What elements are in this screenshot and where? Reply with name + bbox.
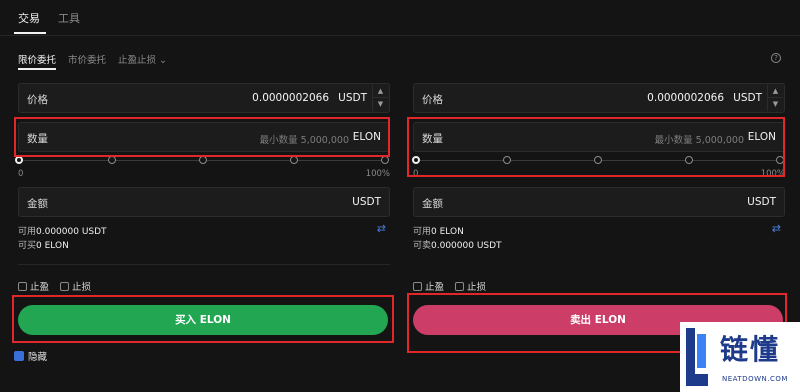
slider-step-100[interactable] xyxy=(776,156,784,164)
quantity-placeholder: 最小数量 5,000,000 xyxy=(654,135,744,146)
price-stepper[interactable]: ▲ ▼ xyxy=(767,85,783,111)
slider-step-25[interactable] xyxy=(503,156,511,164)
slider-max-label: 100% xyxy=(760,169,785,179)
checkbox-icon xyxy=(413,282,422,291)
sell-available-row: 可用0 ELON xyxy=(413,224,464,237)
watermark-logo-icon xyxy=(686,328,708,386)
sell-price-field[interactable]: 价格 0.0000002066 USDT ▲ ▼ xyxy=(413,83,785,113)
swap-icon[interactable]: ⇄ xyxy=(772,222,781,235)
increment-icon[interactable]: ▲ xyxy=(768,85,783,98)
amount-unit: USDT xyxy=(747,196,776,208)
quantity-label: 数量 xyxy=(27,133,48,145)
amount-label: 金额 xyxy=(422,198,443,210)
checkbox-checked-icon xyxy=(14,351,24,361)
available-label: 可用 xyxy=(413,227,432,237)
stop-loss-checkbox[interactable]: 止损 xyxy=(455,279,486,293)
take-profit-checkbox[interactable]: 止盈 xyxy=(18,279,49,293)
price-label: 价格 xyxy=(422,94,443,106)
slider-min-label: 0 xyxy=(413,169,419,179)
watermark: 链懂 NEATDOWN.COM xyxy=(680,322,800,392)
swap-icon[interactable]: ⇄ xyxy=(377,222,386,235)
divider xyxy=(18,264,390,265)
available-label: 可用 xyxy=(18,227,37,237)
slider-step-75[interactable] xyxy=(685,156,693,164)
buy-tpsl-options: 止盈 止损 xyxy=(18,279,99,293)
checkbox-icon xyxy=(60,282,70,291)
sell-can-sell-row: 可卖0.000000 USDT xyxy=(413,238,502,251)
sell-quantity-field[interactable]: 数量 最小数量 5,000,000 ELON xyxy=(413,122,785,152)
stop-loss-checkbox[interactable]: 止损 xyxy=(60,279,91,293)
quantity-unit: ELON xyxy=(352,131,381,143)
price-label: 价格 xyxy=(27,94,48,106)
buy-can-buy-row: 可买0 ELON xyxy=(18,238,69,251)
can-buy-label: 可买 xyxy=(18,241,37,251)
quantity-placeholder: 最小数量 5,000,000 xyxy=(259,135,349,146)
buy-quantity-slider[interactable]: 0 100% xyxy=(15,156,390,186)
buy-button[interactable]: 买入 ELON xyxy=(18,305,388,335)
slider-handle[interactable] xyxy=(412,156,420,164)
price-value[interactable]: 0.0000002066 xyxy=(252,92,329,104)
buy-available-row: 可用0.000000 USDT xyxy=(18,224,107,237)
watermark-text: 链懂 xyxy=(720,333,781,366)
slider-handle[interactable] xyxy=(15,156,23,164)
sell-amount-field[interactable]: 金额 USDT xyxy=(413,187,785,217)
slider-max-label: 100% xyxy=(365,169,390,179)
slider-step-75[interactable] xyxy=(290,156,298,164)
buy-quantity-field[interactable]: 数量 最小数量 5,000,000 ELON xyxy=(18,122,390,152)
quantity-label: 数量 xyxy=(422,133,443,145)
price-unit: USDT xyxy=(733,92,762,104)
checkbox-icon xyxy=(455,282,465,291)
slider-min-label: 0 xyxy=(18,169,24,179)
slider-step-100[interactable] xyxy=(381,156,389,164)
slider-step-50[interactable] xyxy=(594,156,602,164)
decrement-icon[interactable]: ▼ xyxy=(768,98,783,111)
amount-unit: USDT xyxy=(352,196,381,208)
watermark-subtext: NEATDOWN.COM xyxy=(722,375,788,383)
hide-checkbox-label: 隐藏 xyxy=(28,352,48,363)
buy-panel: 价格 0.0000002066 USDT ▲ ▼ 数量 最小数量 5,000,0… xyxy=(15,0,390,392)
increment-icon[interactable]: ▲ xyxy=(373,85,388,98)
decrement-icon[interactable]: ▼ xyxy=(373,98,388,111)
hide-checkbox[interactable]: 隐藏 xyxy=(14,349,47,363)
available-value: 0 ELON xyxy=(431,227,464,237)
can-sell-label: 可卖 xyxy=(413,241,432,251)
price-unit: USDT xyxy=(338,92,367,104)
sell-tpsl-options: 止盈 止损 xyxy=(413,279,494,293)
buy-amount-field[interactable]: 金额 USDT xyxy=(18,187,390,217)
checkbox-icon xyxy=(18,282,27,291)
take-profit-checkbox[interactable]: 止盈 xyxy=(413,279,444,293)
price-stepper[interactable]: ▲ ▼ xyxy=(372,85,388,111)
can-buy-value: 0 ELON xyxy=(36,241,69,251)
price-value[interactable]: 0.0000002066 xyxy=(647,92,724,104)
available-value: 0.000000 USDT xyxy=(36,227,107,237)
slider-step-25[interactable] xyxy=(108,156,116,164)
slider-step-50[interactable] xyxy=(199,156,207,164)
can-sell-value: 0.000000 USDT xyxy=(431,241,502,251)
quantity-unit: ELON xyxy=(747,131,776,143)
amount-label: 金额 xyxy=(27,198,48,210)
buy-price-field[interactable]: 价格 0.0000002066 USDT ▲ ▼ xyxy=(18,83,390,113)
sell-quantity-slider[interactable]: 0 100% xyxy=(412,156,785,186)
